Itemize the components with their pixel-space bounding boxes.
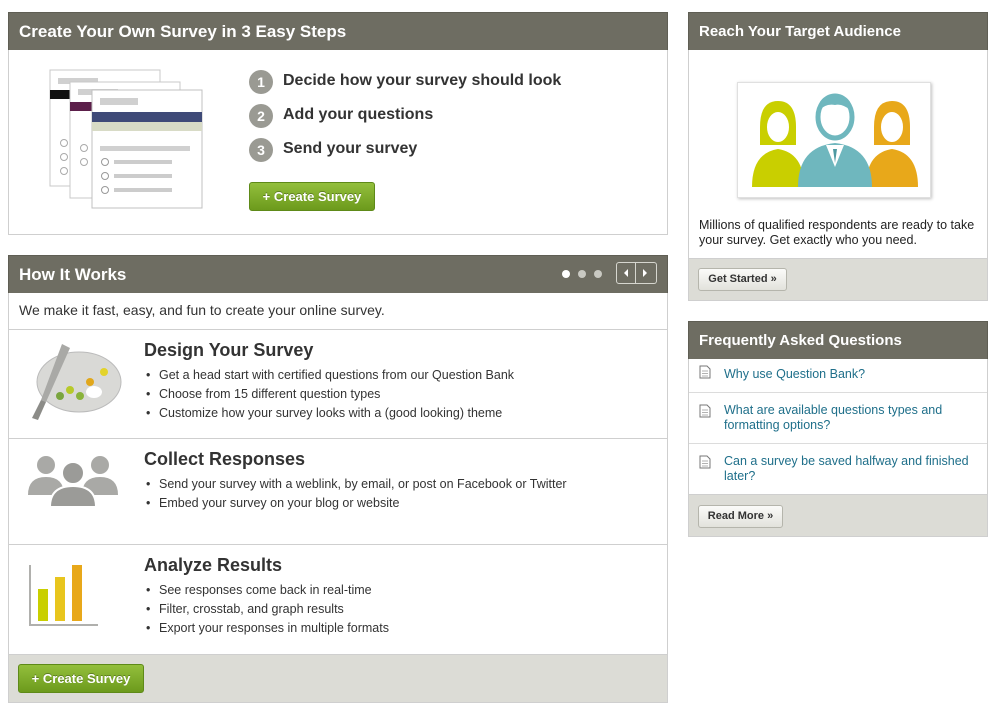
document-icon	[699, 404, 711, 418]
audience-description: Millions of qualified respondents are re…	[699, 218, 975, 247]
bullet: See responses come back in real-time	[144, 581, 389, 600]
create-survey-button-bottom[interactable]: + Create Survey	[18, 664, 144, 693]
palette-icon	[32, 344, 122, 420]
how-it-works-section-collect: Collect Responses Send your survey with …	[8, 438, 668, 545]
bar-chart-icon	[29, 565, 98, 626]
chevron-right-icon	[643, 269, 647, 277]
faq-link[interactable]: Why use Question Bank?	[724, 367, 974, 382]
bullet: Export your responses in multiple format…	[144, 619, 389, 638]
create-survey-button-top[interactable]: + Create Survey	[249, 182, 375, 211]
faq-link[interactable]: Can a survey be saved halfway and finish…	[724, 454, 974, 484]
how-it-works-section-analyze: Analyze Results See responses come back …	[8, 544, 668, 654]
audience-panel-title: Reach Your Target Audience	[688, 12, 988, 50]
bullet: Choose from 15 different question types	[144, 385, 514, 404]
people-icon	[28, 456, 118, 507]
section-title: Design Your Survey	[144, 340, 314, 360]
faq-item: Can a survey be saved halfway and finish…	[689, 443, 987, 494]
carousel-dot-1[interactable]	[562, 270, 570, 278]
section-title: Analyze Results	[144, 555, 283, 575]
section-title: Collect Responses	[144, 449, 306, 469]
step-number: 3	[249, 138, 273, 162]
bullet: Customize how your survey looks with a (…	[144, 404, 514, 423]
bullet: Get a head start with certified question…	[144, 366, 514, 385]
section-bullets: Send your survey with a weblink, by emai…	[144, 475, 567, 513]
how-it-works-section-design: Design Your Survey Get a head start with…	[8, 329, 668, 439]
bullet: Embed your survey on your blog or websit…	[144, 494, 567, 513]
carousel-next-button[interactable]	[636, 262, 657, 284]
how-it-works-intro: We make it fast, easy, and fun to create…	[19, 302, 385, 318]
carousel-dot-3[interactable]	[594, 270, 602, 278]
faq-link[interactable]: What are available questions types and f…	[724, 403, 974, 433]
carousel-dot-2[interactable]	[578, 270, 586, 278]
faq-item: Why use Question Bank?	[689, 359, 987, 392]
create-survey-panel-title: Create Your Own Survey in 3 Easy Steps	[8, 12, 668, 50]
audience-illustration-frame	[737, 82, 931, 198]
bullet: Filter, crosstab, and graph results	[144, 600, 389, 619]
read-more-button[interactable]: Read More »	[698, 505, 783, 528]
section-bullets: Get a head start with certified question…	[144, 366, 514, 423]
bullet: Send your survey with a weblink, by emai…	[144, 475, 567, 494]
step-number: 1	[249, 70, 273, 94]
faq-panel-title: Frequently Asked Questions	[688, 321, 988, 359]
step-label: Decide how your survey should look	[283, 72, 562, 89]
carousel-prev-button[interactable]	[616, 262, 636, 284]
section-bullets: See responses come back in real-time Fil…	[144, 581, 389, 638]
audience-figures-icon	[752, 93, 918, 187]
document-icon	[699, 365, 711, 379]
step-label: Add your questions	[283, 106, 434, 123]
faq-item: What are available questions types and f…	[689, 392, 987, 443]
get-started-button[interactable]: Get Started »	[698, 268, 787, 291]
survey-forms-illustration	[49, 69, 203, 209]
step-number: 2	[249, 104, 273, 128]
chevron-left-icon	[624, 269, 628, 277]
step-label: Send your survey	[283, 140, 418, 157]
document-icon	[699, 455, 711, 469]
